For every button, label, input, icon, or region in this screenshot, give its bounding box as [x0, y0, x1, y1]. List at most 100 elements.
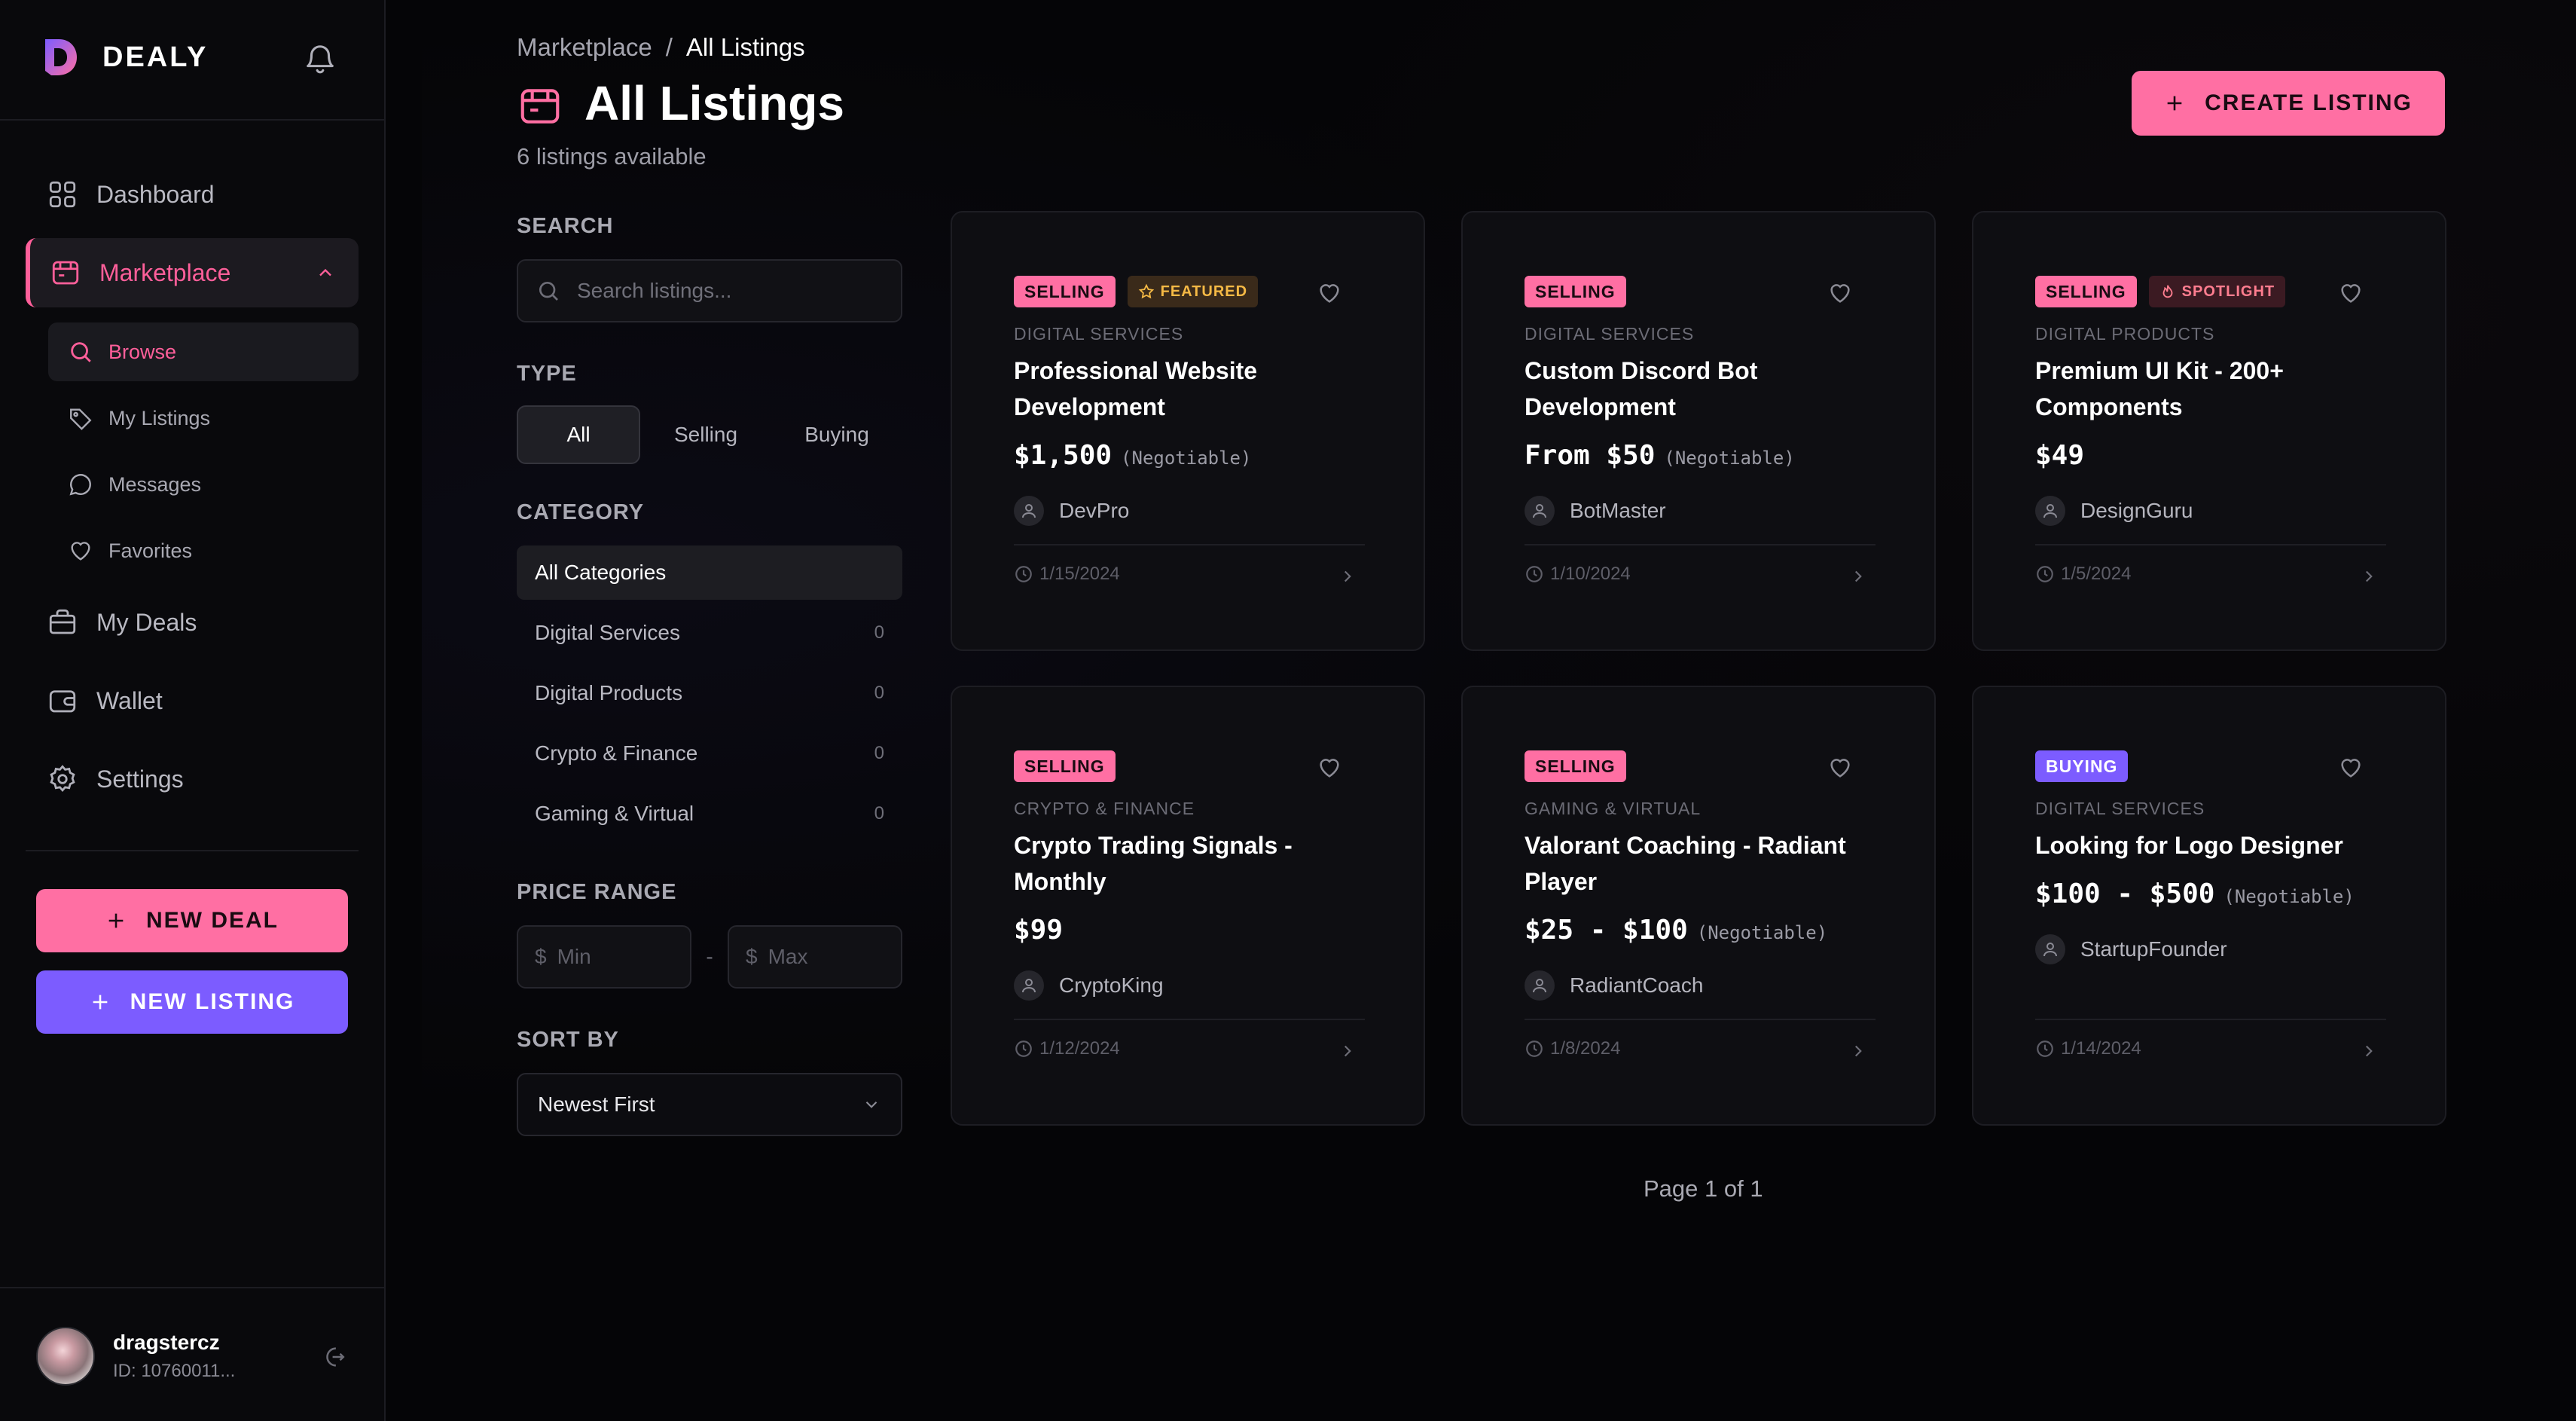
seller[interactable]: DesignGuru: [2035, 496, 2193, 526]
avatar[interactable]: [36, 1327, 95, 1386]
listing-title[interactable]: Premium UI Kit - 200+ Components: [2035, 353, 2397, 425]
nav-label: Settings: [96, 765, 184, 793]
seller[interactable]: CryptoKing: [1014, 970, 1164, 1001]
sort-select[interactable]: Newest First: [517, 1073, 902, 1136]
brand[interactable]: DEALY: [42, 33, 208, 81]
sub-label: Browse: [108, 340, 177, 363]
seller[interactable]: StartupFounder: [2035, 934, 2227, 964]
category-item-crypto-finance[interactable]: Crypto & Finance 0: [517, 726, 902, 781]
favorite-heart-icon[interactable]: [2338, 280, 2364, 306]
date-value: 1/12/2024: [1039, 1038, 1120, 1059]
listing-title[interactable]: Valorant Coaching - Radiant Player: [1525, 827, 1886, 900]
chevron-right-icon[interactable]: [1848, 567, 1868, 586]
seller[interactable]: BotMaster: [1525, 496, 1666, 526]
favorite-heart-icon[interactable]: [1827, 755, 1853, 781]
listings-count: 6 listings available: [517, 143, 707, 170]
listing-card[interactable]: BUYING DIGITAL SERVICES Looking for Logo…: [1972, 686, 2446, 1126]
listing-date: 1/15/2024: [1014, 564, 1120, 585]
search-label: SEARCH: [517, 214, 614, 238]
favorite-heart-icon[interactable]: [2338, 755, 2364, 781]
price-value: $25 - $100: [1525, 915, 1688, 946]
sidebar-item-favorites[interactable]: Favorites: [48, 521, 359, 580]
seller-avatar: [2035, 496, 2065, 526]
listing-category: DIGITAL SERVICES: [2035, 799, 2205, 818]
chevron-right-icon[interactable]: [1338, 567, 1357, 586]
seller-avatar: [1525, 970, 1555, 1001]
nav-item-settings[interactable]: Settings: [26, 744, 359, 814]
price-value: From $50: [1525, 440, 1656, 471]
logout-icon[interactable]: [321, 1344, 346, 1370]
seller[interactable]: RadiantCoach: [1525, 970, 1703, 1001]
sidebar-item-browse[interactable]: Browse: [48, 322, 359, 381]
listing-title[interactable]: Professional Website Development: [1014, 353, 1375, 425]
listing-card[interactable]: SELLING GAMING & VIRTUAL Valorant Coachi…: [1461, 686, 1936, 1126]
search-icon: [71, 342, 91, 362]
category-item-digital-products[interactable]: Digital Products 0: [517, 666, 902, 720]
type-all-button[interactable]: All: [517, 405, 640, 464]
category-item-digital-services[interactable]: Digital Services 0: [517, 606, 902, 660]
page-title: All Listings: [584, 76, 844, 130]
listing-card[interactable]: SELLING DIGITAL SERVICES Custom Discord …: [1461, 211, 1936, 651]
currency-symbol: $: [535, 945, 547, 968]
spotlight-label: SPOTLIGHT: [2181, 283, 2275, 300]
category-name: Crypto & Finance: [535, 741, 698, 765]
clock-icon: [1015, 1041, 1032, 1057]
category-item-all[interactable]: All Categories: [517, 545, 902, 600]
chevron-right-icon[interactable]: [2359, 567, 2379, 586]
tag-icon: [70, 408, 92, 430]
create-listing-button[interactable]: CREATE LISTING: [2132, 71, 2445, 136]
user-profile[interactable]: dragstercz ID: 10760011...: [36, 1326, 360, 1386]
sidebar-item-my-listings[interactable]: My Listings: [48, 389, 359, 448]
favorite-heart-icon[interactable]: [1317, 280, 1342, 306]
user-icon: [1533, 979, 1546, 993]
new-deal-button[interactable]: NEW DEAL: [36, 889, 348, 952]
favorite-heart-icon[interactable]: [1317, 755, 1342, 781]
price-max-field[interactable]: $ Max: [728, 925, 902, 989]
new-listing-button[interactable]: NEW LISTING: [36, 970, 348, 1034]
dealy-logo-icon: [45, 39, 77, 75]
nav-label: Wallet: [96, 686, 163, 714]
store-icon: [52, 261, 79, 285]
listing-category: DIGITAL PRODUCTS: [2035, 324, 2215, 344]
listing-card[interactable]: SELLING SPOTLIGHT DIGITAL PRODUCTS Premi…: [1972, 211, 2446, 651]
listing-price: From $50 (Negotiable): [1525, 440, 1795, 471]
chevron-up-icon[interactable]: [315, 262, 336, 283]
price-value: $49: [2035, 440, 2085, 471]
chevron-right-icon[interactable]: [1338, 1041, 1357, 1061]
category-item-gaming-virtual[interactable]: Gaming & Virtual 0: [517, 787, 902, 841]
type-selling-button[interactable]: Selling: [640, 405, 771, 464]
breadcrumb-separator: /: [665, 33, 673, 61]
user-icon: [1533, 504, 1546, 518]
breadcrumb-parent[interactable]: Marketplace: [517, 33, 652, 62]
chevron-right-icon[interactable]: [2359, 1041, 2379, 1061]
listing-category: GAMING & VIRTUAL: [1525, 799, 1702, 818]
clock-icon: [2037, 1041, 2053, 1057]
search-field[interactable]: [517, 259, 902, 322]
price-min-field[interactable]: $ Min: [517, 925, 691, 989]
seller[interactable]: DevPro: [1014, 496, 1129, 526]
listing-card[interactable]: SELLING CRYPTO & FINANCE Crypto Trading …: [951, 686, 1425, 1126]
card-divider: [2035, 544, 2386, 545]
nav-item-wallet[interactable]: Wallet: [26, 666, 359, 735]
chevron-right-icon[interactable]: [1848, 1041, 1868, 1061]
listing-title[interactable]: Crypto Trading Signals - Monthly: [1014, 827, 1375, 900]
sub-label: Messages: [108, 472, 202, 496]
gear-icon: [50, 765, 75, 793]
bell-icon[interactable]: [303, 42, 337, 77]
category-name: Gaming & Virtual: [535, 802, 694, 825]
plus-icon: [108, 913, 124, 928]
sub-label: Favorites: [108, 539, 193, 562]
sidebar-item-messages[interactable]: Messages: [48, 455, 359, 514]
seller-name: StartupFounder: [2080, 937, 2227, 961]
listing-title[interactable]: Custom Discord Bot Development: [1525, 353, 1886, 425]
type-buying-button[interactable]: Buying: [771, 405, 902, 464]
seller-name: RadiantCoach: [1570, 973, 1704, 997]
nav-item-dashboard[interactable]: Dashboard: [26, 160, 359, 229]
category-list: All Categories Digital Services 0 Digita…: [517, 545, 902, 847]
nav-item-marketplace[interactable]: Marketplace: [26, 238, 359, 307]
nav-item-my-deals[interactable]: My Deals: [26, 588, 359, 657]
listing-title[interactable]: Looking for Logo Designer: [2035, 827, 2397, 863]
search-input[interactable]: [577, 279, 878, 303]
favorite-heart-icon[interactable]: [1827, 280, 1853, 306]
listing-card[interactable]: SELLING FEATURED DIGITAL SERVICES Profes…: [951, 211, 1425, 651]
